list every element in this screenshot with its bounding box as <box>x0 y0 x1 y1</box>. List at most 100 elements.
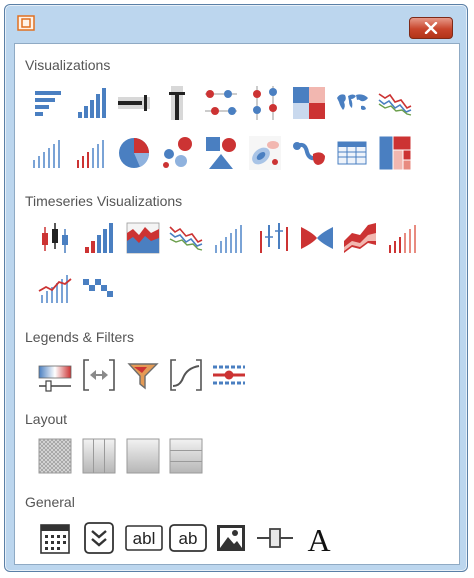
heatmap-icon <box>293 87 325 119</box>
section-title-timeseries: Timeseries Visualizations <box>25 193 183 209</box>
vertical-bullet-graph-tool[interactable] <box>159 84 195 122</box>
heatmap-tool[interactable] <box>291 84 327 122</box>
section-title-general: General <box>25 494 75 510</box>
range-plot-icon <box>260 223 288 253</box>
candlestick-chart-tool[interactable] <box>37 219 73 257</box>
time-stacked-bar-tool[interactable] <box>385 219 421 257</box>
line-chart-icon <box>378 93 412 116</box>
dropdown-tool[interactable] <box>81 519 117 557</box>
combined-bar-line-icon <box>38 275 72 303</box>
scatter-density-icon <box>249 136 281 170</box>
bubble-chart-icon <box>163 137 192 168</box>
label-icon: ab <box>169 524 207 552</box>
treemap-tool[interactable] <box>377 134 413 172</box>
section-title-layout: Layout <box>25 411 68 427</box>
image-tool[interactable] <box>213 519 249 557</box>
vertical-line-bar-icon <box>33 140 60 168</box>
rows-layout-icon <box>169 438 203 474</box>
bullet-graph-icon <box>118 95 150 111</box>
label-tool[interactable]: ab <box>169 519 207 557</box>
shape-chart-icon <box>206 137 236 169</box>
stacked-line-bar-tool[interactable] <box>73 134 109 172</box>
area-chart-tool[interactable] <box>125 219 161 257</box>
layout-rows-tool[interactable] <box>168 437 204 475</box>
vertical-bullet-graph-icon <box>169 86 185 120</box>
funnel-filter-icon <box>127 363 159 390</box>
pie-chart-tool[interactable] <box>116 134 152 172</box>
time-line-bar-tool[interactable] <box>211 219 247 257</box>
layout-single-tool[interactable] <box>125 437 161 475</box>
funnel-filter-tool[interactable] <box>125 356 161 394</box>
vertical-dot-plot-tool[interactable] <box>247 84 283 122</box>
stacked-line-bar-icon <box>77 140 104 168</box>
treemap-icon <box>378 135 412 171</box>
close-button[interactable] <box>409 17 453 39</box>
calendar-icon <box>40 524 70 554</box>
single-layout-icon <box>126 438 160 474</box>
time-line-bar-icon <box>215 225 242 253</box>
slider-tool[interactable] <box>255 519 295 557</box>
range-filter-tool[interactable] <box>81 356 117 394</box>
app-icon <box>17 15 35 31</box>
shape-chart-tool[interactable] <box>203 134 239 172</box>
line-chart-tool[interactable] <box>377 84 413 122</box>
horizontal-bar-chart-tool[interactable] <box>29 84 65 122</box>
time-stacked-bar-icon <box>389 225 416 253</box>
stream-graph-tool[interactable] <box>342 219 378 257</box>
horizontal-bar-chart-icon <box>35 91 61 116</box>
vertical-bar-chart-tool[interactable] <box>73 84 109 122</box>
vertical-bar-chart-icon <box>78 88 106 118</box>
dot-plot-tool[interactable] <box>203 84 239 122</box>
toolbox-window: Visualizations Timeseries Visualizations… <box>4 4 468 572</box>
vertical-dot-plot-icon <box>253 86 277 120</box>
candlestick-chart-icon <box>42 223 68 253</box>
color-legend-icon <box>38 365 72 392</box>
step-chart-tool[interactable] <box>81 269 117 307</box>
step-chart-icon <box>83 279 113 297</box>
label-tool-text: ab <box>179 529 198 548</box>
curve-filter-tool[interactable] <box>168 356 204 394</box>
scatter-density-tool[interactable] <box>247 134 283 172</box>
textbox-label: abl <box>133 529 156 548</box>
dropdown-chevron-icon <box>84 522 114 554</box>
columns-layout-icon <box>82 438 116 474</box>
horizon-chart-tool[interactable] <box>299 219 335 257</box>
text-tool[interactable]: A <box>301 519 337 557</box>
time-bar-chart-tool[interactable] <box>81 219 117 257</box>
item-filter-icon <box>213 365 245 385</box>
slider-icon <box>257 528 293 548</box>
layout-columns-tool[interactable] <box>81 437 117 475</box>
section-title-visualizations: Visualizations <box>25 57 111 73</box>
network-graph-tool[interactable] <box>291 134 327 172</box>
date-picker-tool[interactable] <box>37 519 73 557</box>
title-bar[interactable] <box>5 5 467 39</box>
text-glyph: A <box>307 522 330 557</box>
bubble-chart-tool[interactable] <box>159 134 195 172</box>
toolbox-content: Visualizations Timeseries Visualizations… <box>14 43 460 565</box>
color-legend-tool[interactable] <box>37 356 73 394</box>
close-icon <box>424 22 438 34</box>
bullet-graph-tool[interactable] <box>116 84 152 122</box>
table-tool[interactable] <box>334 134 370 172</box>
overlay-layout-icon <box>38 438 72 474</box>
textbox-icon: abl <box>125 525 163 551</box>
layout-overlay-tool[interactable] <box>37 437 73 475</box>
area-chart-icon <box>126 222 160 254</box>
textbox-tool[interactable]: abl <box>125 519 163 557</box>
image-icon <box>217 525 245 551</box>
dot-plot-icon <box>205 90 237 115</box>
item-filter-tool[interactable] <box>211 356 247 394</box>
range-filter-icon <box>83 359 115 391</box>
table-icon <box>337 141 367 165</box>
time-line-chart-icon <box>169 226 203 251</box>
stream-graph-icon <box>344 223 376 253</box>
section-title-legends: Legends & Filters <box>25 329 134 345</box>
range-plot-tool[interactable] <box>255 219 291 257</box>
world-map-icon <box>337 94 368 110</box>
time-line-chart-tool[interactable] <box>168 219 204 257</box>
pie-chart-icon <box>119 138 150 168</box>
vertical-line-bar-tool[interactable] <box>29 134 65 172</box>
time-bar-chart-icon <box>85 223 113 253</box>
combined-bar-line-tool[interactable] <box>37 269 73 307</box>
map-tool[interactable] <box>334 84 370 122</box>
